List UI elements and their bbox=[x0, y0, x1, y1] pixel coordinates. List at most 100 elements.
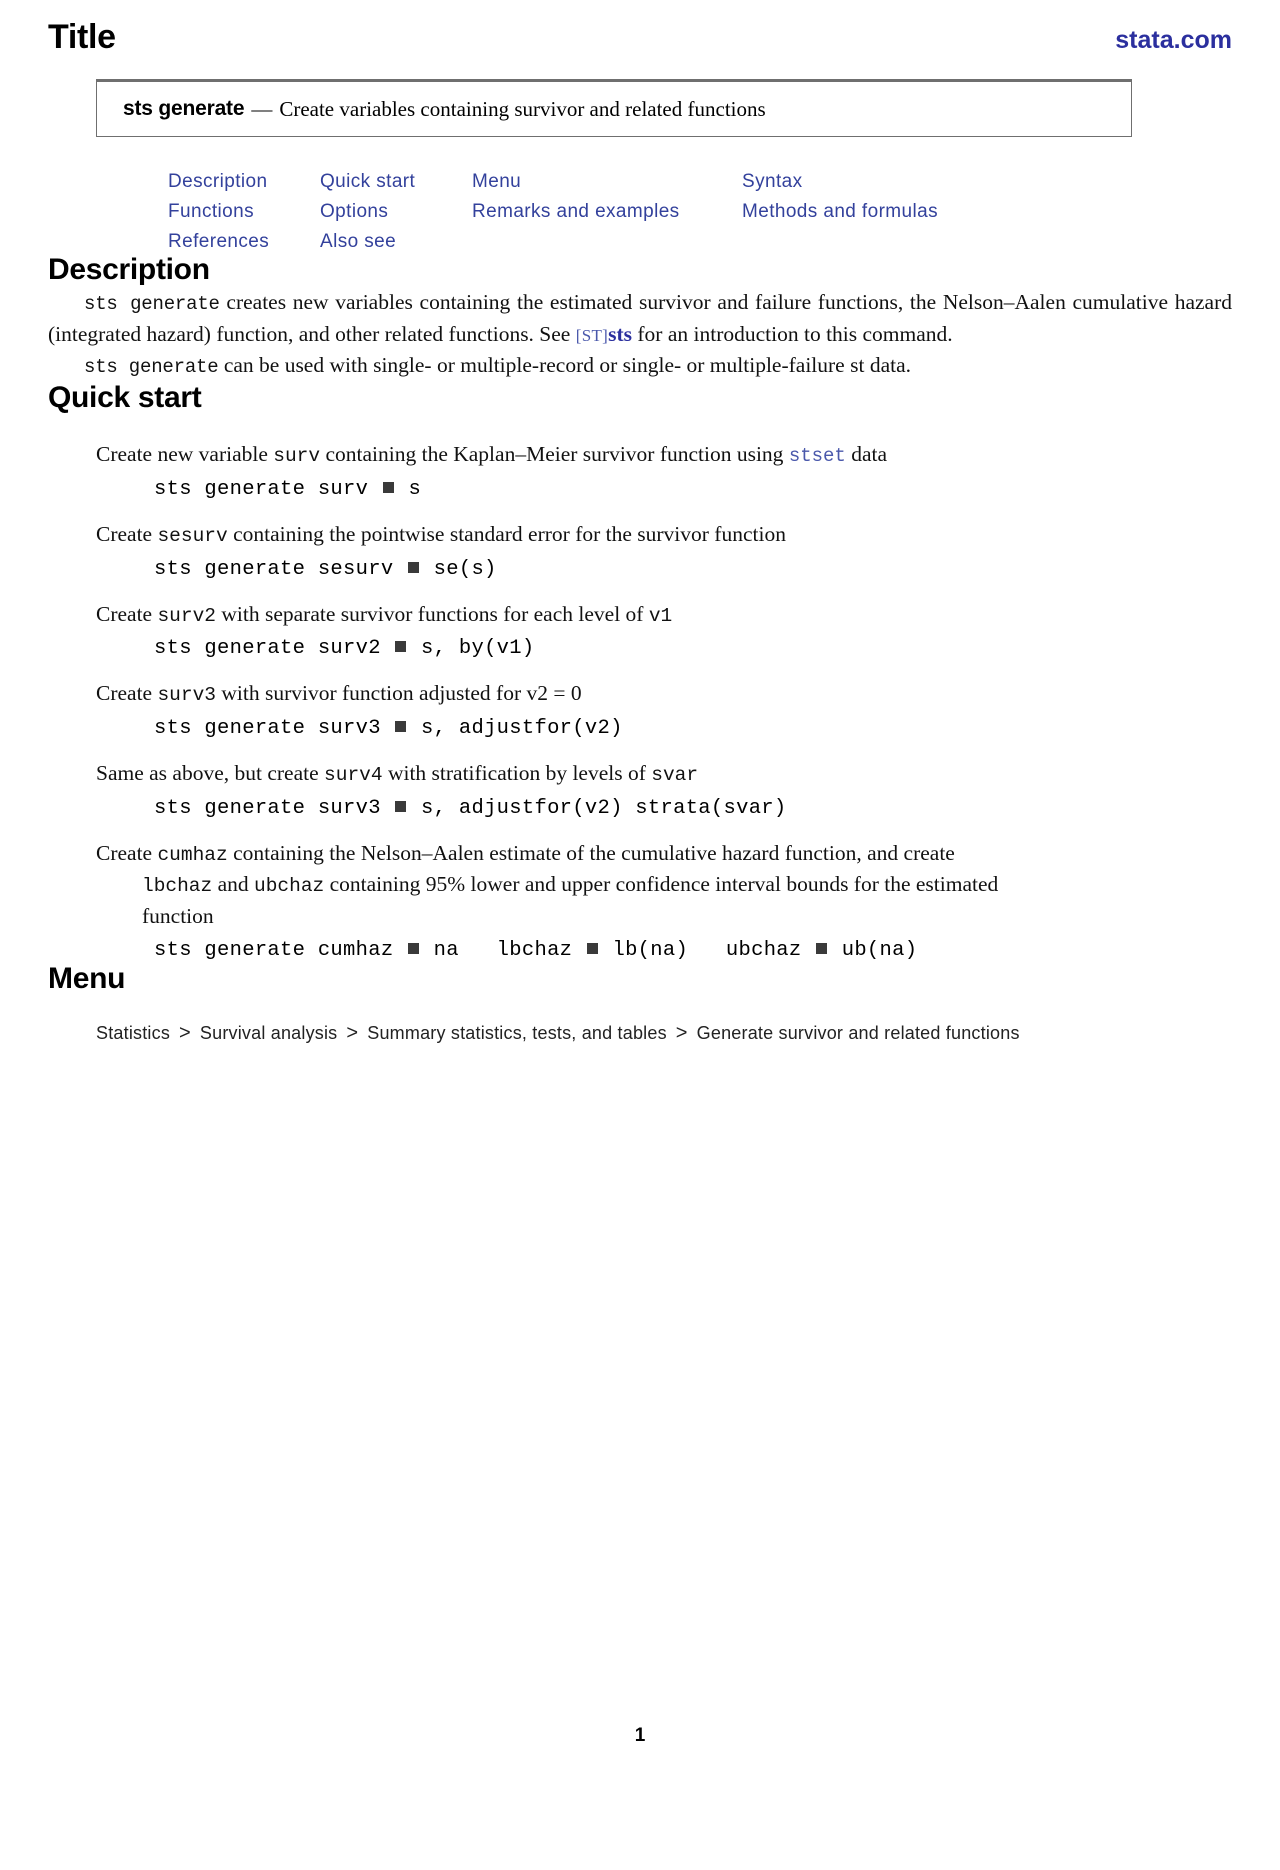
quick-start-code-6: sts generate cumhaz na lbchaz lb(na) ubc… bbox=[154, 939, 1214, 962]
qs1-stset-link[interactable]: stset bbox=[789, 445, 846, 467]
qs4-math-expression: v2 = 0 bbox=[526, 681, 582, 706]
qs3-variable: surv2 bbox=[157, 604, 216, 627]
nav-link-remarks-and-examples[interactable]: Remarks and examples bbox=[472, 201, 742, 223]
qs5-text-mid: with stratification by levels of bbox=[382, 761, 652, 786]
quick-start-item-6: Create cumhaz containing the Nelson–Aale… bbox=[96, 838, 1214, 962]
qs6-text-before: Create bbox=[96, 840, 158, 865]
page-number: 1 bbox=[634, 1725, 646, 1746]
menu-breadcrumb: Statistics > Survival analysis > Summary sta… bbox=[96, 1022, 1232, 1045]
qs6-code-mid2: lb(na) ubchaz bbox=[599, 938, 815, 962]
reference-bracket: [ST] bbox=[575, 325, 609, 345]
quick-start-text-3: Create surv2 with separate survivor func… bbox=[96, 599, 1214, 631]
qs6-code-mid1: na lbchaz bbox=[421, 938, 585, 962]
command-name: sts generate bbox=[123, 97, 245, 120]
qs1-variable: surv bbox=[273, 445, 321, 468]
nav-link-options[interactable]: Options bbox=[320, 201, 472, 223]
breadcrumb-separator-icon: > bbox=[346, 1021, 359, 1044]
quick-start-code-4: sts generate surv3 s, adjustfor(v2) bbox=[154, 717, 1214, 740]
qs5-variable: surv4 bbox=[324, 764, 383, 787]
page-title: Title bbox=[48, 18, 116, 56]
equals-glyph-icon bbox=[395, 641, 407, 653]
quick-start-text-5: Same as above, but create surv4 with str… bbox=[96, 758, 1214, 790]
heading-description: Description bbox=[48, 253, 210, 286]
breadcrumb-item-generate-survivor: Generate survivor and related functions bbox=[696, 1022, 1020, 1043]
equals-glyph-icon bbox=[816, 942, 828, 954]
description-text-2: for an introduction to this command. bbox=[632, 321, 953, 346]
qs6-variable: cumhaz bbox=[157, 843, 228, 866]
qs4-text-mid: with survivor function adjusted for bbox=[216, 681, 527, 706]
heading-quick-start: Quick start bbox=[48, 381, 202, 415]
inline-code-sts-generate: sts generate bbox=[84, 293, 220, 315]
breadcrumb-item-statistics: Statistics bbox=[96, 1022, 171, 1043]
equals-glyph-icon bbox=[586, 942, 598, 954]
qs2-variable: sesurv bbox=[157, 524, 228, 547]
qs5-text-before: Same as above, but create bbox=[96, 761, 325, 786]
quick-start-text-6: Create cumhaz containing the Nelson–Aale… bbox=[96, 838, 1214, 932]
quick-start-code-5: sts generate surv3 s, adjustfor(v2) stra… bbox=[154, 797, 1214, 820]
breadcrumb-item-survival-analysis: Survival analysis bbox=[199, 1022, 338, 1043]
equals-glyph-icon bbox=[395, 721, 407, 733]
qs3-text-mid: with separate survivor functions for eac… bbox=[216, 601, 649, 626]
breadcrumb-item-summary-statistics: Summary statistics, tests, and tables bbox=[367, 1022, 667, 1043]
title-dash: — bbox=[251, 96, 273, 121]
qs4-text-before: Create bbox=[96, 681, 158, 706]
qs6-code-pre: sts generate cumhaz bbox=[154, 938, 407, 962]
qs1-code-pre: sts generate surv bbox=[154, 477, 381, 501]
stata-com-link[interactable]: stata.com bbox=[1115, 26, 1232, 55]
equals-glyph-icon bbox=[395, 800, 407, 812]
inline-code-sts-generate-2: sts generate bbox=[84, 355, 219, 378]
qs3-text-before: Create bbox=[96, 601, 158, 626]
quick-start-code-3: sts generate surv2 s, by(v1) bbox=[154, 637, 1214, 660]
nav-link-references[interactable]: References bbox=[168, 231, 320, 253]
section-nav-links: Description Quick start Menu Syntax Func… bbox=[168, 171, 1232, 253]
qs6-code-post: ub(na) bbox=[829, 938, 918, 962]
quick-start-list: Create new variable surv containing the … bbox=[96, 439, 1214, 961]
nav-link-syntax[interactable]: Syntax bbox=[742, 171, 1232, 193]
quick-start-item-2: Create sesurv containing the pointwise s… bbox=[96, 519, 1214, 581]
quick-start-item-1: Create new variable surv containing the … bbox=[96, 439, 1214, 501]
qs4-code-post: s, adjustfor(v2) bbox=[408, 717, 623, 741]
nav-link-methods-and-formulas[interactable]: Methods and formulas bbox=[742, 201, 1232, 223]
description-text-3: can be used with single- or multiple-rec… bbox=[218, 352, 912, 377]
qs1-text-after: data bbox=[845, 442, 888, 467]
qs6-continuation-line-3: function bbox=[142, 904, 214, 929]
equals-glyph-icon bbox=[408, 561, 420, 573]
page-footer: 1 bbox=[0, 1725, 1280, 1747]
qs2-text-mid: containing the pointwise standard error … bbox=[227, 521, 786, 546]
nav-link-description[interactable]: Description bbox=[168, 171, 320, 193]
nav-link-quick-start[interactable]: Quick start bbox=[320, 171, 472, 193]
quick-start-text-2: Create sesurv containing the pointwise s… bbox=[96, 519, 1214, 551]
quick-start-item-4: Create surv3 with survivor function adju… bbox=[96, 678, 1214, 740]
equals-glyph-icon bbox=[382, 481, 394, 493]
qs5-code-pre: sts generate surv3 bbox=[154, 796, 394, 820]
quick-start-item-5: Same as above, but create surv4 with str… bbox=[96, 758, 1214, 820]
description-paragraph-2: sts generate can be used with single- or… bbox=[48, 350, 1232, 382]
reference-command: sts bbox=[608, 321, 633, 346]
document-page: Title stata.com sts generate — Create va… bbox=[0, 0, 1280, 1870]
qs2-code-post: se(s) bbox=[421, 557, 497, 581]
breadcrumb-separator-icon: > bbox=[675, 1021, 688, 1044]
qs5-variable-2: svar bbox=[651, 764, 699, 787]
qs5-code-post: s, adjustfor(v2) strata(svar) bbox=[408, 796, 787, 820]
nav-link-functions[interactable]: Functions bbox=[168, 201, 320, 223]
qs6-variable-lbchaz: lbchaz bbox=[142, 875, 213, 898]
qs6-cont-after: containing 95% lower and upper confidenc… bbox=[324, 872, 999, 897]
command-description: Create variables containing survivor and… bbox=[279, 96, 766, 121]
qs4-variable: surv3 bbox=[157, 684, 216, 707]
nav-link-also-see[interactable]: Also see bbox=[320, 231, 472, 253]
qs4-code-pre: sts generate surv3 bbox=[154, 717, 394, 741]
heading-menu: Menu bbox=[48, 961, 126, 995]
qs1-text-before: Create new variable bbox=[96, 442, 274, 467]
page-header: Title stata.com bbox=[48, 0, 1232, 57]
nav-link-menu[interactable]: Menu bbox=[472, 171, 742, 193]
breadcrumb-separator-icon: > bbox=[179, 1021, 191, 1044]
quick-start-item-3: Create surv2 with separate survivor func… bbox=[96, 599, 1214, 661]
qs3-variable-2: v1 bbox=[648, 604, 673, 627]
qs2-text-before: Create bbox=[96, 521, 158, 546]
qs6-continuation-line-2: lbchaz and ubchaz containing 95% lower a… bbox=[108, 869, 1214, 901]
quick-start-code-1: sts generate surv s bbox=[154, 478, 1214, 501]
qs3-code-pre: sts generate surv2 bbox=[154, 637, 394, 661]
reference-link-st-sts[interactable]: [ST]sts bbox=[576, 322, 632, 346]
description-paragraph-1: sts generate creates new variables conta… bbox=[48, 287, 1232, 350]
qs6-variable-ubchaz: ubchaz bbox=[254, 875, 325, 898]
